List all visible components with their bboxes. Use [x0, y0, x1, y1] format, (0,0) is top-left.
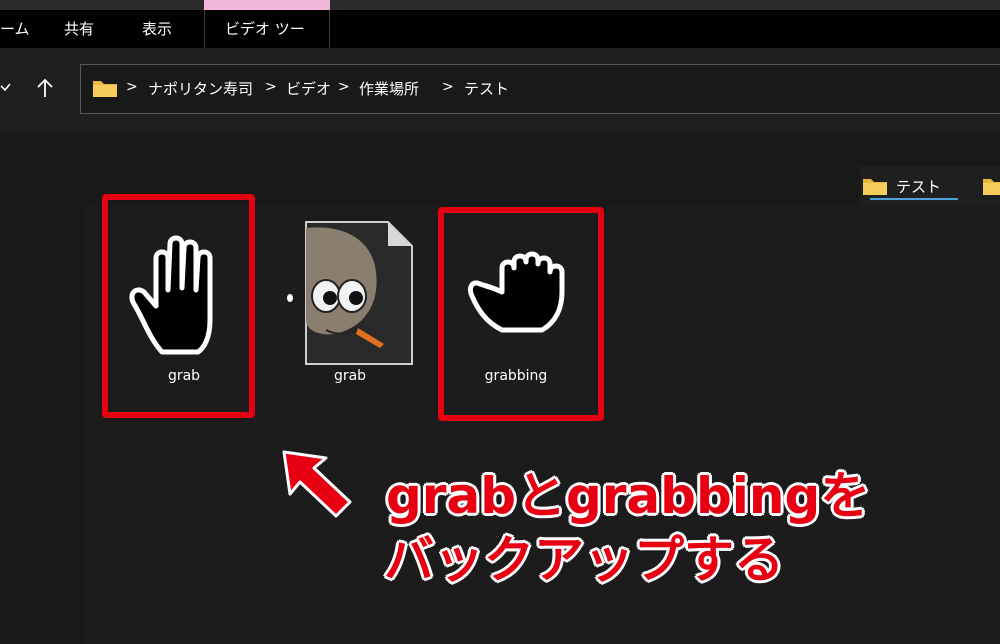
tab-home[interactable]: ーム [0, 10, 30, 48]
breadcrumb-item[interactable]: ビデオ [286, 78, 331, 99]
breadcrumb-item[interactable]: ナポリタン寿司 [148, 78, 253, 99]
breadcrumb-item[interactable]: テスト [464, 78, 509, 99]
tab-video-tools[interactable]: ビデオ ツール [204, 10, 330, 76]
folder-icon [92, 78, 118, 98]
annotation-text-line1: grabとgrabbingを [386, 467, 871, 525]
title-bar-strip [0, 0, 1000, 10]
contextual-tab-accent [204, 0, 330, 10]
tab-share[interactable]: 共有 [64, 10, 94, 48]
file-name: grab [333, 368, 367, 384]
breadcrumb-separator: > [265, 79, 277, 95]
highlight-box [438, 207, 604, 421]
breadcrumb-separator: > [126, 79, 138, 95]
folder-icon [862, 176, 888, 196]
up-arrow-icon[interactable] [34, 76, 56, 100]
breadcrumb-item[interactable]: 作業場所 [359, 78, 419, 99]
highlight-box [102, 194, 255, 418]
annotation-text-line2: バックアップする [384, 531, 784, 589]
breadcrumb-separator: > [338, 79, 350, 95]
quick-access-underline [870, 198, 958, 200]
quick-access-item[interactable]: テスト [896, 176, 941, 197]
tab-view[interactable]: 表示 [142, 10, 172, 48]
file-item[interactable]: grab [270, 210, 430, 410]
folder-icon [982, 176, 1000, 196]
breadcrumb-separator: > [442, 79, 454, 95]
annotation-arrow-icon [270, 444, 360, 524]
recent-locations-chevron-icon[interactable] [0, 78, 14, 98]
gimp-file-icon [272, 218, 416, 366]
